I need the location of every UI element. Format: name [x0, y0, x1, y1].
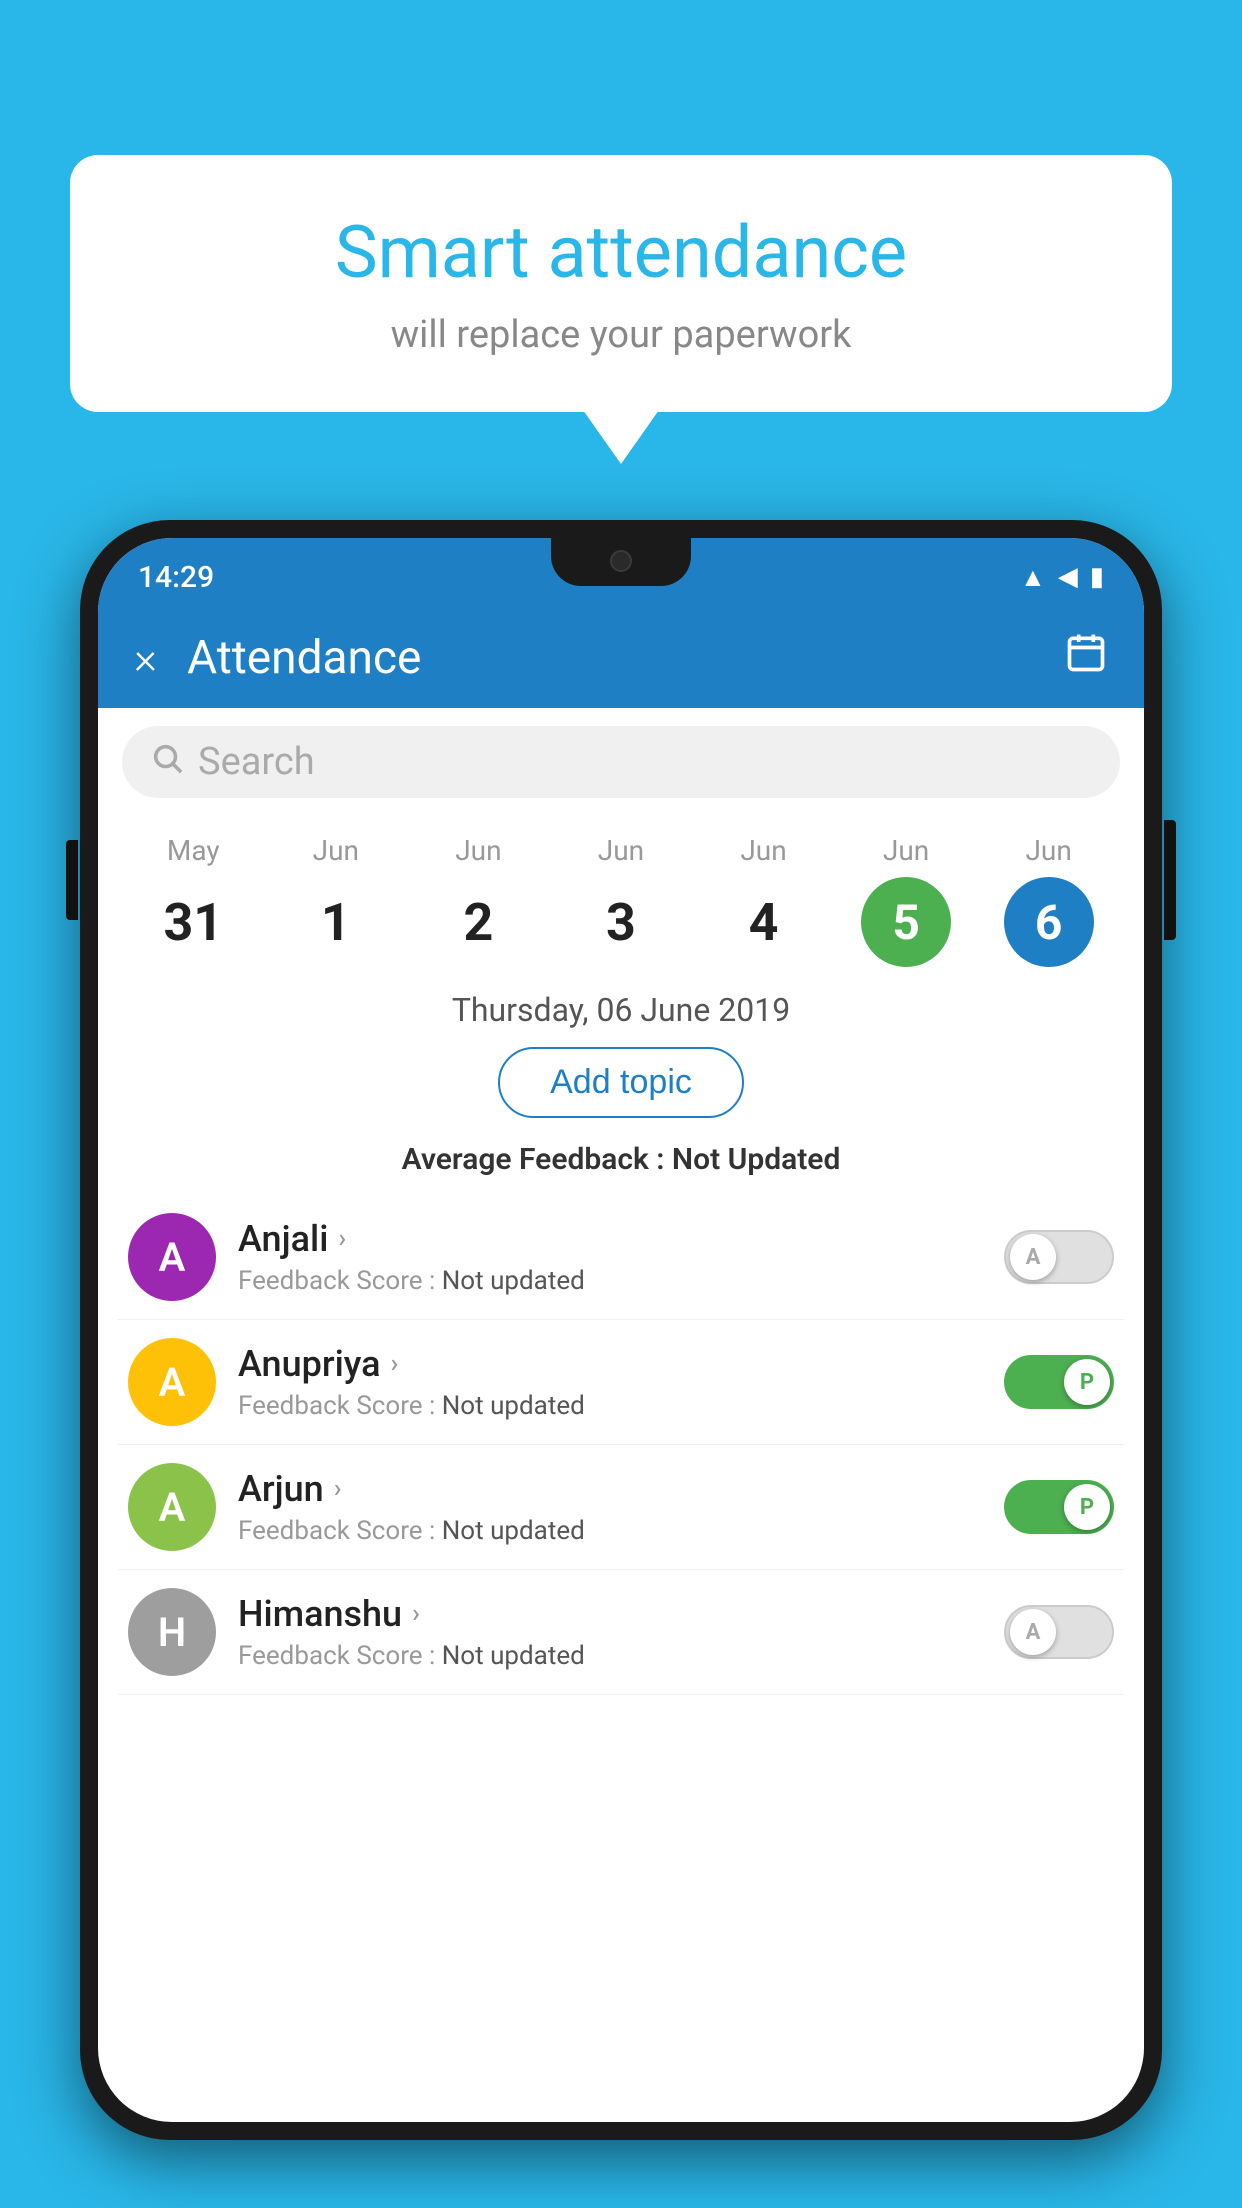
calendar-row: May 31 Jun 1 Jun 2 Jun 3 Jun 4 Jun 5 Jun 6	[98, 816, 1144, 967]
speech-bubble-container: Smart attendance will replace your paper…	[70, 155, 1172, 412]
cal-date-number: 3	[576, 877, 666, 967]
phone-notch	[551, 538, 691, 586]
student-item[interactable]: A Anupriya › Feedback Score : Not updated P	[118, 1320, 1124, 1445]
calendar-icon[interactable]	[1064, 631, 1108, 685]
calendar-day[interactable]: Jun 1	[276, 834, 396, 967]
selected-date-label: Thursday, 06 June 2019	[98, 991, 1144, 1029]
calendar-day[interactable]: Jun 6	[989, 834, 1109, 967]
toggle-knob: P	[1064, 1359, 1110, 1405]
calendar-day[interactable]: Jun 5	[846, 834, 966, 967]
student-item[interactable]: A Arjun › Feedback Score : Not updated P	[118, 1445, 1124, 1570]
cal-month-label: Jun	[455, 834, 501, 867]
student-name: Himanshu ›	[238, 1593, 982, 1635]
student-avatar: A	[128, 1213, 216, 1301]
attendance-toggle[interactable]: A	[1004, 1230, 1114, 1284]
student-name: Anupriya ›	[238, 1343, 982, 1385]
camera-dot	[610, 550, 632, 572]
avg-feedback: Average Feedback : Not Updated	[98, 1142, 1144, 1177]
calendar-day[interactable]: Jun 2	[418, 834, 538, 967]
speech-bubble: Smart attendance will replace your paper…	[70, 155, 1172, 412]
avg-feedback-label: Average Feedback :	[402, 1142, 665, 1177]
student-item[interactable]: A Anjali › Feedback Score : Not updated A	[118, 1195, 1124, 1320]
status-time: 14:29	[138, 560, 214, 595]
feedback-value: Not updated	[442, 1641, 585, 1671]
signal-icon: ◀	[1058, 562, 1078, 592]
phone-outer: 14:29 ▲ ◀ ▮ × Attendance	[80, 520, 1162, 2140]
power-button	[1164, 820, 1176, 940]
app-header: × Attendance	[98, 608, 1144, 708]
close-button[interactable]: ×	[134, 632, 157, 684]
student-info: Anjali › Feedback Score : Not updated	[238, 1218, 982, 1296]
student-feedback: Feedback Score : Not updated	[238, 1266, 982, 1296]
battery-icon: ▮	[1090, 562, 1104, 592]
attendance-toggle[interactable]: P	[1004, 1355, 1114, 1409]
feedback-value: Not updated	[442, 1516, 585, 1546]
avg-feedback-value: Not Updated	[672, 1142, 840, 1177]
cal-month-label: Jun	[740, 834, 786, 867]
attendance-toggle[interactable]: A	[1004, 1605, 1114, 1659]
chevron-right-icon: ›	[334, 1474, 342, 1504]
cal-date-number: 31	[148, 877, 238, 967]
cal-date-number: 6	[1004, 877, 1094, 967]
student-name: Arjun ›	[238, 1468, 982, 1510]
cal-date-number: 4	[719, 877, 809, 967]
cal-month-label: Jun	[313, 834, 359, 867]
cal-date-number: 2	[433, 877, 523, 967]
phone-frame: 14:29 ▲ ◀ ▮ × Attendance	[80, 520, 1162, 2208]
search-bar[interactable]: Search	[122, 726, 1120, 798]
speech-bubble-subtitle: will replace your paperwork	[130, 313, 1112, 357]
student-info: Arjun › Feedback Score : Not updated	[238, 1468, 982, 1546]
student-info: Himanshu › Feedback Score : Not updated	[238, 1593, 982, 1671]
cal-month-label: May	[167, 834, 220, 867]
toggle-knob: A	[1010, 1234, 1056, 1280]
student-name: Anjali ›	[238, 1218, 982, 1260]
cal-date-number: 1	[291, 877, 381, 967]
phone-screen: 14:29 ▲ ◀ ▮ × Attendance	[98, 538, 1144, 2122]
cal-month-label: Jun	[1025, 834, 1071, 867]
student-list: AAnjali ›Feedback Score : Not updatedAAA…	[98, 1195, 1144, 1695]
chevron-right-icon: ›	[391, 1349, 399, 1379]
chevron-right-icon: ›	[412, 1599, 420, 1629]
chevron-right-icon: ›	[338, 1224, 346, 1254]
speech-bubble-title: Smart attendance	[130, 210, 1112, 295]
toggle-knob: A	[1010, 1609, 1056, 1655]
calendar-day[interactable]: Jun 4	[704, 834, 824, 967]
student-info: Anupriya › Feedback Score : Not updated	[238, 1343, 982, 1421]
student-feedback: Feedback Score : Not updated	[238, 1391, 982, 1421]
student-item[interactable]: H Himanshu › Feedback Score : Not updated A	[118, 1570, 1124, 1695]
student-feedback: Feedback Score : Not updated	[238, 1516, 982, 1546]
wifi-icon: ▲	[1020, 562, 1046, 593]
search-placeholder: Search	[198, 740, 315, 784]
calendar-day[interactable]: May 31	[133, 834, 253, 967]
student-feedback: Feedback Score : Not updated	[238, 1641, 982, 1671]
cal-month-label: Jun	[598, 834, 644, 867]
student-avatar: H	[128, 1588, 216, 1676]
student-avatar: A	[128, 1338, 216, 1426]
attendance-toggle[interactable]: P	[1004, 1480, 1114, 1534]
calendar-day[interactable]: Jun 3	[561, 834, 681, 967]
volume-button	[66, 840, 78, 920]
toggle-knob: P	[1064, 1484, 1110, 1530]
feedback-value: Not updated	[442, 1391, 585, 1421]
add-topic-button[interactable]: Add topic	[498, 1047, 744, 1118]
cal-month-label: Jun	[883, 834, 929, 867]
feedback-value: Not updated	[442, 1266, 585, 1296]
cal-date-number: 5	[861, 877, 951, 967]
student-avatar: A	[128, 1463, 216, 1551]
search-icon	[150, 741, 184, 784]
page-title: Attendance	[187, 631, 1034, 685]
status-icons: ▲ ◀ ▮	[1020, 562, 1104, 593]
